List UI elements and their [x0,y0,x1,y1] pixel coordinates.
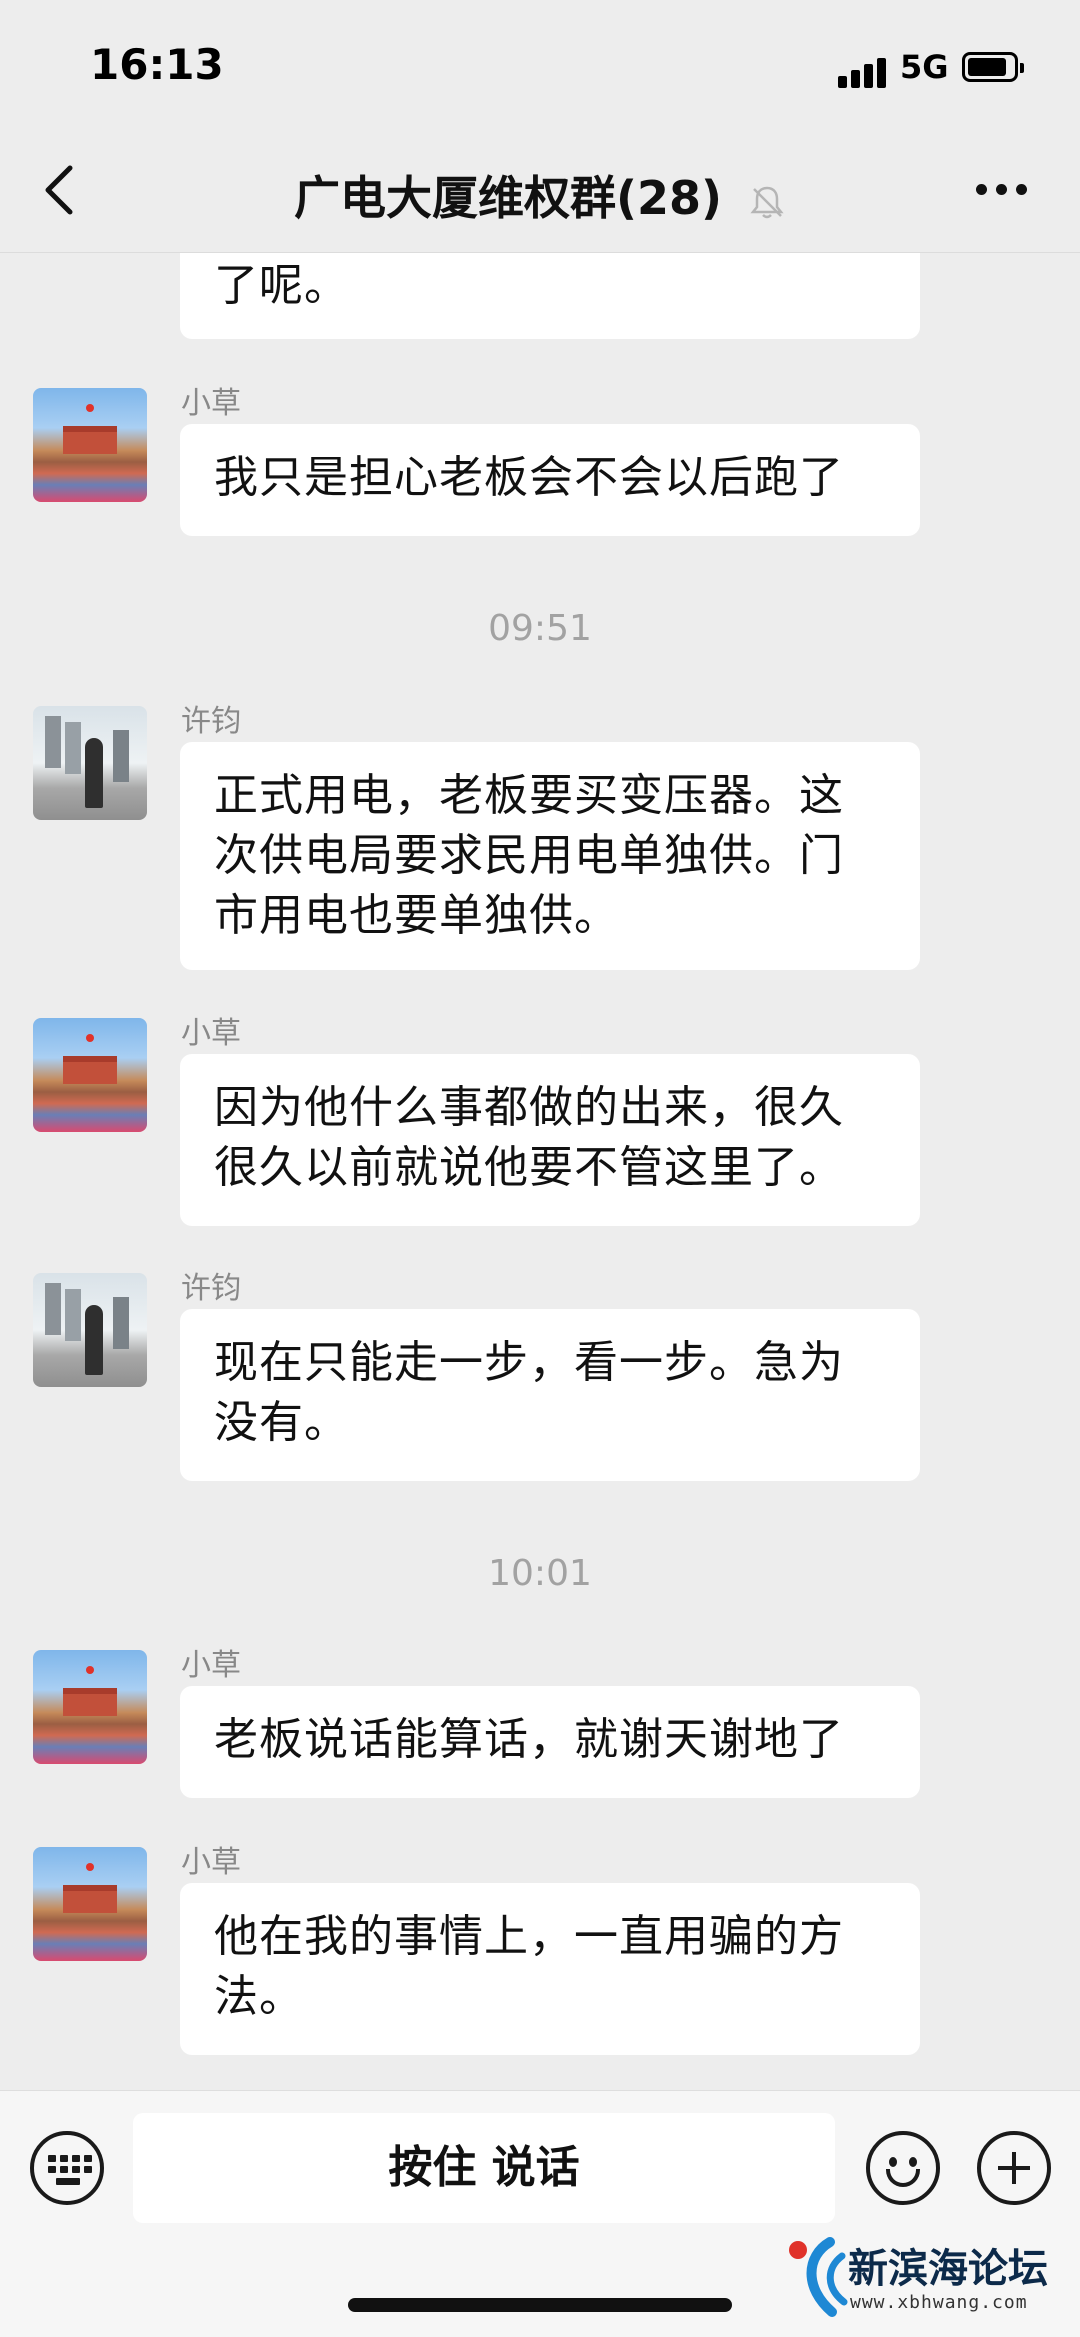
message-bubble[interactable]: 现在只能走一步，看一步。急为没有。 [180,1309,920,1481]
watermark-title: 新滨海论坛 [848,2246,1048,2292]
signal-icon [838,56,890,88]
more-button[interactable] [972,180,1032,200]
chat-title: 广电大厦维权群(28) [0,162,1080,228]
chat-timestamp: 10:01 [488,1553,592,1594]
nav-bar: 广电大厦维权群(28) [0,140,1080,240]
sender-name: 许钧 [181,704,241,739]
avatar[interactable] [33,1018,147,1132]
message-bubble[interactable]: 老板说话能算话，就谢天谢地了 [180,1686,920,1798]
message-text: 了呢。 [214,260,349,311]
message-text: 现在只能走一步，看一步。急为没有。 [214,1337,844,1448]
battery-icon [962,52,1024,82]
watermark-url: www.xbhwang.com [850,2292,1028,2313]
forum-logo-icon [789,2237,848,2317]
sender-name: 小草 [181,1648,241,1683]
home-indicator [348,2298,732,2312]
sender-name: 小草 [181,386,241,421]
sender-name: 许钧 [181,1271,241,1306]
network-label: 5G [900,48,949,86]
message-text: 我只是担心老板会不会以后跑了 [214,452,844,503]
chat-area[interactable]: 了呢。 小草 我只是担心老板会不会以后跑了 09:51 许钧 正式用电，老板要买… [0,0,1080,2090]
message-text: 因为他什么事都做的出来，很久很久以前就说他要不管这里了。 [214,1082,844,1193]
chat-timestamp: 09:51 [488,608,592,649]
message-bubble[interactable]: 我只是担心老板会不会以后跑了 [180,424,920,536]
message-bubble[interactable]: 因为他什么事都做的出来，很久很久以前就说他要不管这里了。 [180,1054,920,1226]
message-text: 正式用电，老板要买变压器。这次供电局要求民用电单独供。门市用电也要单独供。 [214,770,844,941]
sender-name: 小草 [181,1845,241,1880]
watermark: 新滨海论坛 www.xbhwang.com [786,2236,1076,2326]
status-bar: 16:13 5G [0,0,1080,130]
avatar[interactable] [33,388,147,502]
status-time: 16:13 [90,40,224,89]
avatar[interactable] [33,1273,147,1387]
hold-to-talk-button[interactable]: 按住 说话 [133,2113,835,2223]
sender-name: 小草 [181,1016,241,1051]
message-text: 他在我的事情上，一直用骗的方法。 [214,1911,844,2022]
avatar[interactable] [33,1650,147,1764]
keyboard-button[interactable] [30,2131,104,2205]
message-bubble[interactable]: 他在我的事情上，一直用骗的方法。 [180,1883,920,2055]
emoji-button[interactable] [866,2131,940,2205]
avatar[interactable] [33,1847,147,1961]
bell-muted-icon [750,186,784,218]
avatar[interactable] [33,706,147,820]
chat-title-text: 广电大厦维权群(28) [293,171,723,225]
message-bubble[interactable]: 正式用电，老板要买变压器。这次供电局要求民用电单独供。门市用电也要单独供。 [180,742,920,970]
top-area: 16:13 5G 广电大厦维权群(28) [0,0,1080,253]
plus-button[interactable] [977,2131,1051,2205]
message-text: 老板说话能算话，就谢天谢地了 [214,1714,844,1765]
